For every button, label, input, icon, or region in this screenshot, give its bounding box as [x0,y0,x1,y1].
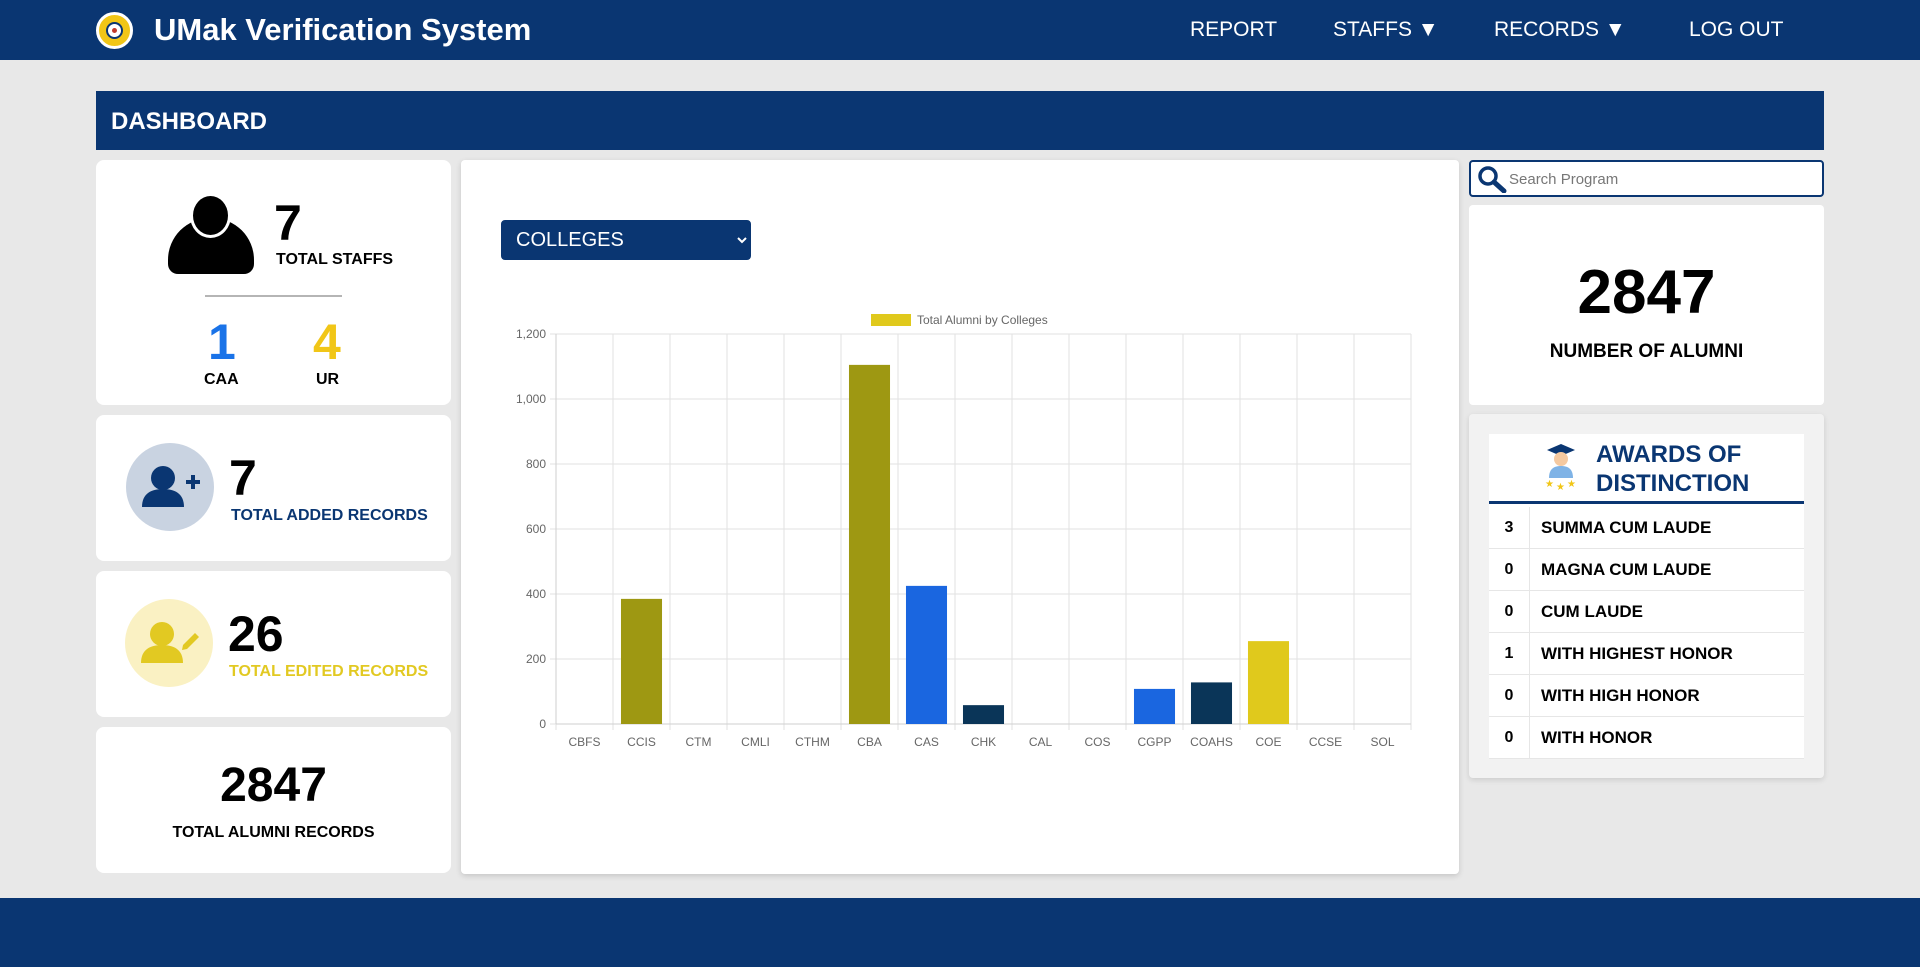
top-navbar: UMak Verification System REPORT STAFFS ▼… [0,0,1920,60]
total-added-label: TOTAL ADDED RECORDS [231,507,428,524]
added-records-card: 7 TOTAL ADDED RECORDS [96,415,451,561]
legend-swatch [871,314,911,326]
bar-cba [848,364,891,724]
footer [0,898,1920,967]
svg-text:★: ★ [1545,479,1554,490]
ur-label: UR [316,371,340,388]
svg-text:★: ★ [1567,479,1576,490]
total-edited-label: TOTAL EDITED RECORDS [229,663,429,680]
award-count: 0 [1489,549,1530,591]
total-alumni-records-card: 2847 TOTAL ALUMNI RECORDS [96,727,451,873]
graduate-icon: ★ ★ ★ [1545,444,1576,492]
x-tick-label: COS [1084,735,1110,749]
award-name: WITH HIGHEST HONOR [1541,644,1733,663]
search-icon[interactable] [1477,165,1507,193]
caa-label: CAA [204,371,239,388]
total-staffs-count: 7 [274,195,302,251]
nav-staffs-dropdown[interactable]: STAFFS ▼ [1333,18,1439,42]
total-added-count: 7 [229,450,257,506]
x-tick-label: CAS [914,735,939,749]
x-tick-label: SOL [1370,735,1394,749]
x-tick-label: CAL [1029,735,1053,749]
number-of-alumni-card: 2847 NUMBER OF ALUMNI [1469,205,1824,405]
x-tick-label: COE [1255,735,1281,749]
number-of-alumni-count: 2847 [1577,258,1716,327]
award-count: 0 [1489,717,1530,759]
bar-ccis [620,598,663,724]
legend-label: Total Alumni by Colleges [917,313,1048,327]
nav-records-dropdown[interactable]: RECORDS ▼ [1494,18,1626,42]
x-tick-label: CTM [686,735,712,749]
awards-header: ★ ★ ★ AWARDS OF DISTINCTION [1489,434,1804,504]
bar-chk [962,705,1005,724]
page-title: DASHBOARD [111,108,267,135]
edit-user-icon [125,599,213,687]
x-tick-label: CGPP [1137,735,1171,749]
award-row: 1 WITH HIGHEST HONOR [1489,633,1804,675]
award-row: 0 MAGNA CUM LAUDE [1489,549,1804,591]
award-count: 3 [1489,507,1530,549]
x-tick-label: CBFS [568,735,600,749]
award-name: SUMMA CUM LAUDE [1541,518,1712,537]
alumni-bar-chart: 0 200 400 600 800 1,000 1,200 CBFS CCIS CTM CMLI CT… [516,313,1412,749]
y-tick-label: 400 [526,587,546,601]
award-row: 0 WITH HIGH HONOR [1489,675,1804,717]
y-tick-label: 1,000 [516,392,546,406]
x-tick-label: CMLI [741,735,770,749]
award-name: CUM LAUDE [1541,602,1643,621]
bar-cgpp [1133,688,1176,724]
award-name: MAGNA CUM LAUDE [1541,560,1712,579]
y-tick-label: 200 [526,652,546,666]
award-row: 0 CUM LAUDE [1489,591,1804,633]
bar-coahs [1190,682,1233,724]
bar-coe [1247,641,1290,724]
caa-count: 1 [208,314,236,370]
dashboard-banner: DASHBOARD [96,91,1824,150]
y-tick-label: 600 [526,522,546,536]
award-name: WITH HIGH HONOR [1541,686,1700,705]
search-program-box [1469,160,1824,197]
nav-logout-link[interactable]: LOG OUT [1689,18,1784,42]
x-tick-label: CCSE [1309,735,1342,749]
number-of-alumni-label: NUMBER OF ALUMNI [1549,341,1744,362]
total-alumni-records-count: 2847 [220,759,327,812]
app-title: UMak Verification System [154,12,532,47]
edited-records-card: 26 TOTAL EDITED RECORDS [96,571,451,717]
y-tick-label: 1,200 [516,327,546,341]
y-tick-label: 800 [526,457,546,471]
ur-count: 4 [313,314,341,370]
search-program-input[interactable] [1509,167,1814,191]
staff-summary-card: 7 TOTAL STAFFS 1 CAA 4 UR [96,160,451,405]
awards-title: AWARDS OF DISTINCTION [1596,441,1750,497]
nav-report-link[interactable]: REPORT [1190,18,1277,42]
award-row: 0 WITH HONOR [1489,717,1804,759]
total-alumni-records-label: TOTAL ALUMNI RECORDS [172,824,375,841]
total-staffs-label: TOTAL STAFFS [276,251,394,268]
svg-text:★: ★ [1556,482,1565,492]
award-name: WITH HONOR [1541,728,1653,747]
x-tick-label: COAHS [1190,735,1233,749]
award-count: 1 [1489,633,1530,675]
award-count: 0 [1489,591,1530,633]
x-tick-label: CCIS [627,735,656,749]
x-tick-label: CHK [971,735,996,749]
chart-card: COLLEGES 0 200 400 600 800 1,000 1,200 CBFS CCIS… [461,160,1459,874]
award-count: 0 [1489,675,1530,717]
x-tick-label: CTHM [795,735,830,749]
x-tick-label: CBA [857,735,882,749]
total-edited-count: 26 [228,606,284,662]
bar-cas [905,585,948,724]
add-user-icon [126,443,214,531]
award-row: 3 SUMMA CUM LAUDE [1489,507,1804,549]
y-tick-label: 0 [539,717,546,731]
awards-panel: ★ ★ ★ AWARDS OF DISTINCTION 3 SUMMA CUM … [1469,414,1824,778]
umak-logo-icon [96,12,133,49]
divider [205,295,342,297]
awards-table: ★ ★ ★ AWARDS OF DISTINCTION 3 SUMMA CUM … [1489,434,1804,759]
